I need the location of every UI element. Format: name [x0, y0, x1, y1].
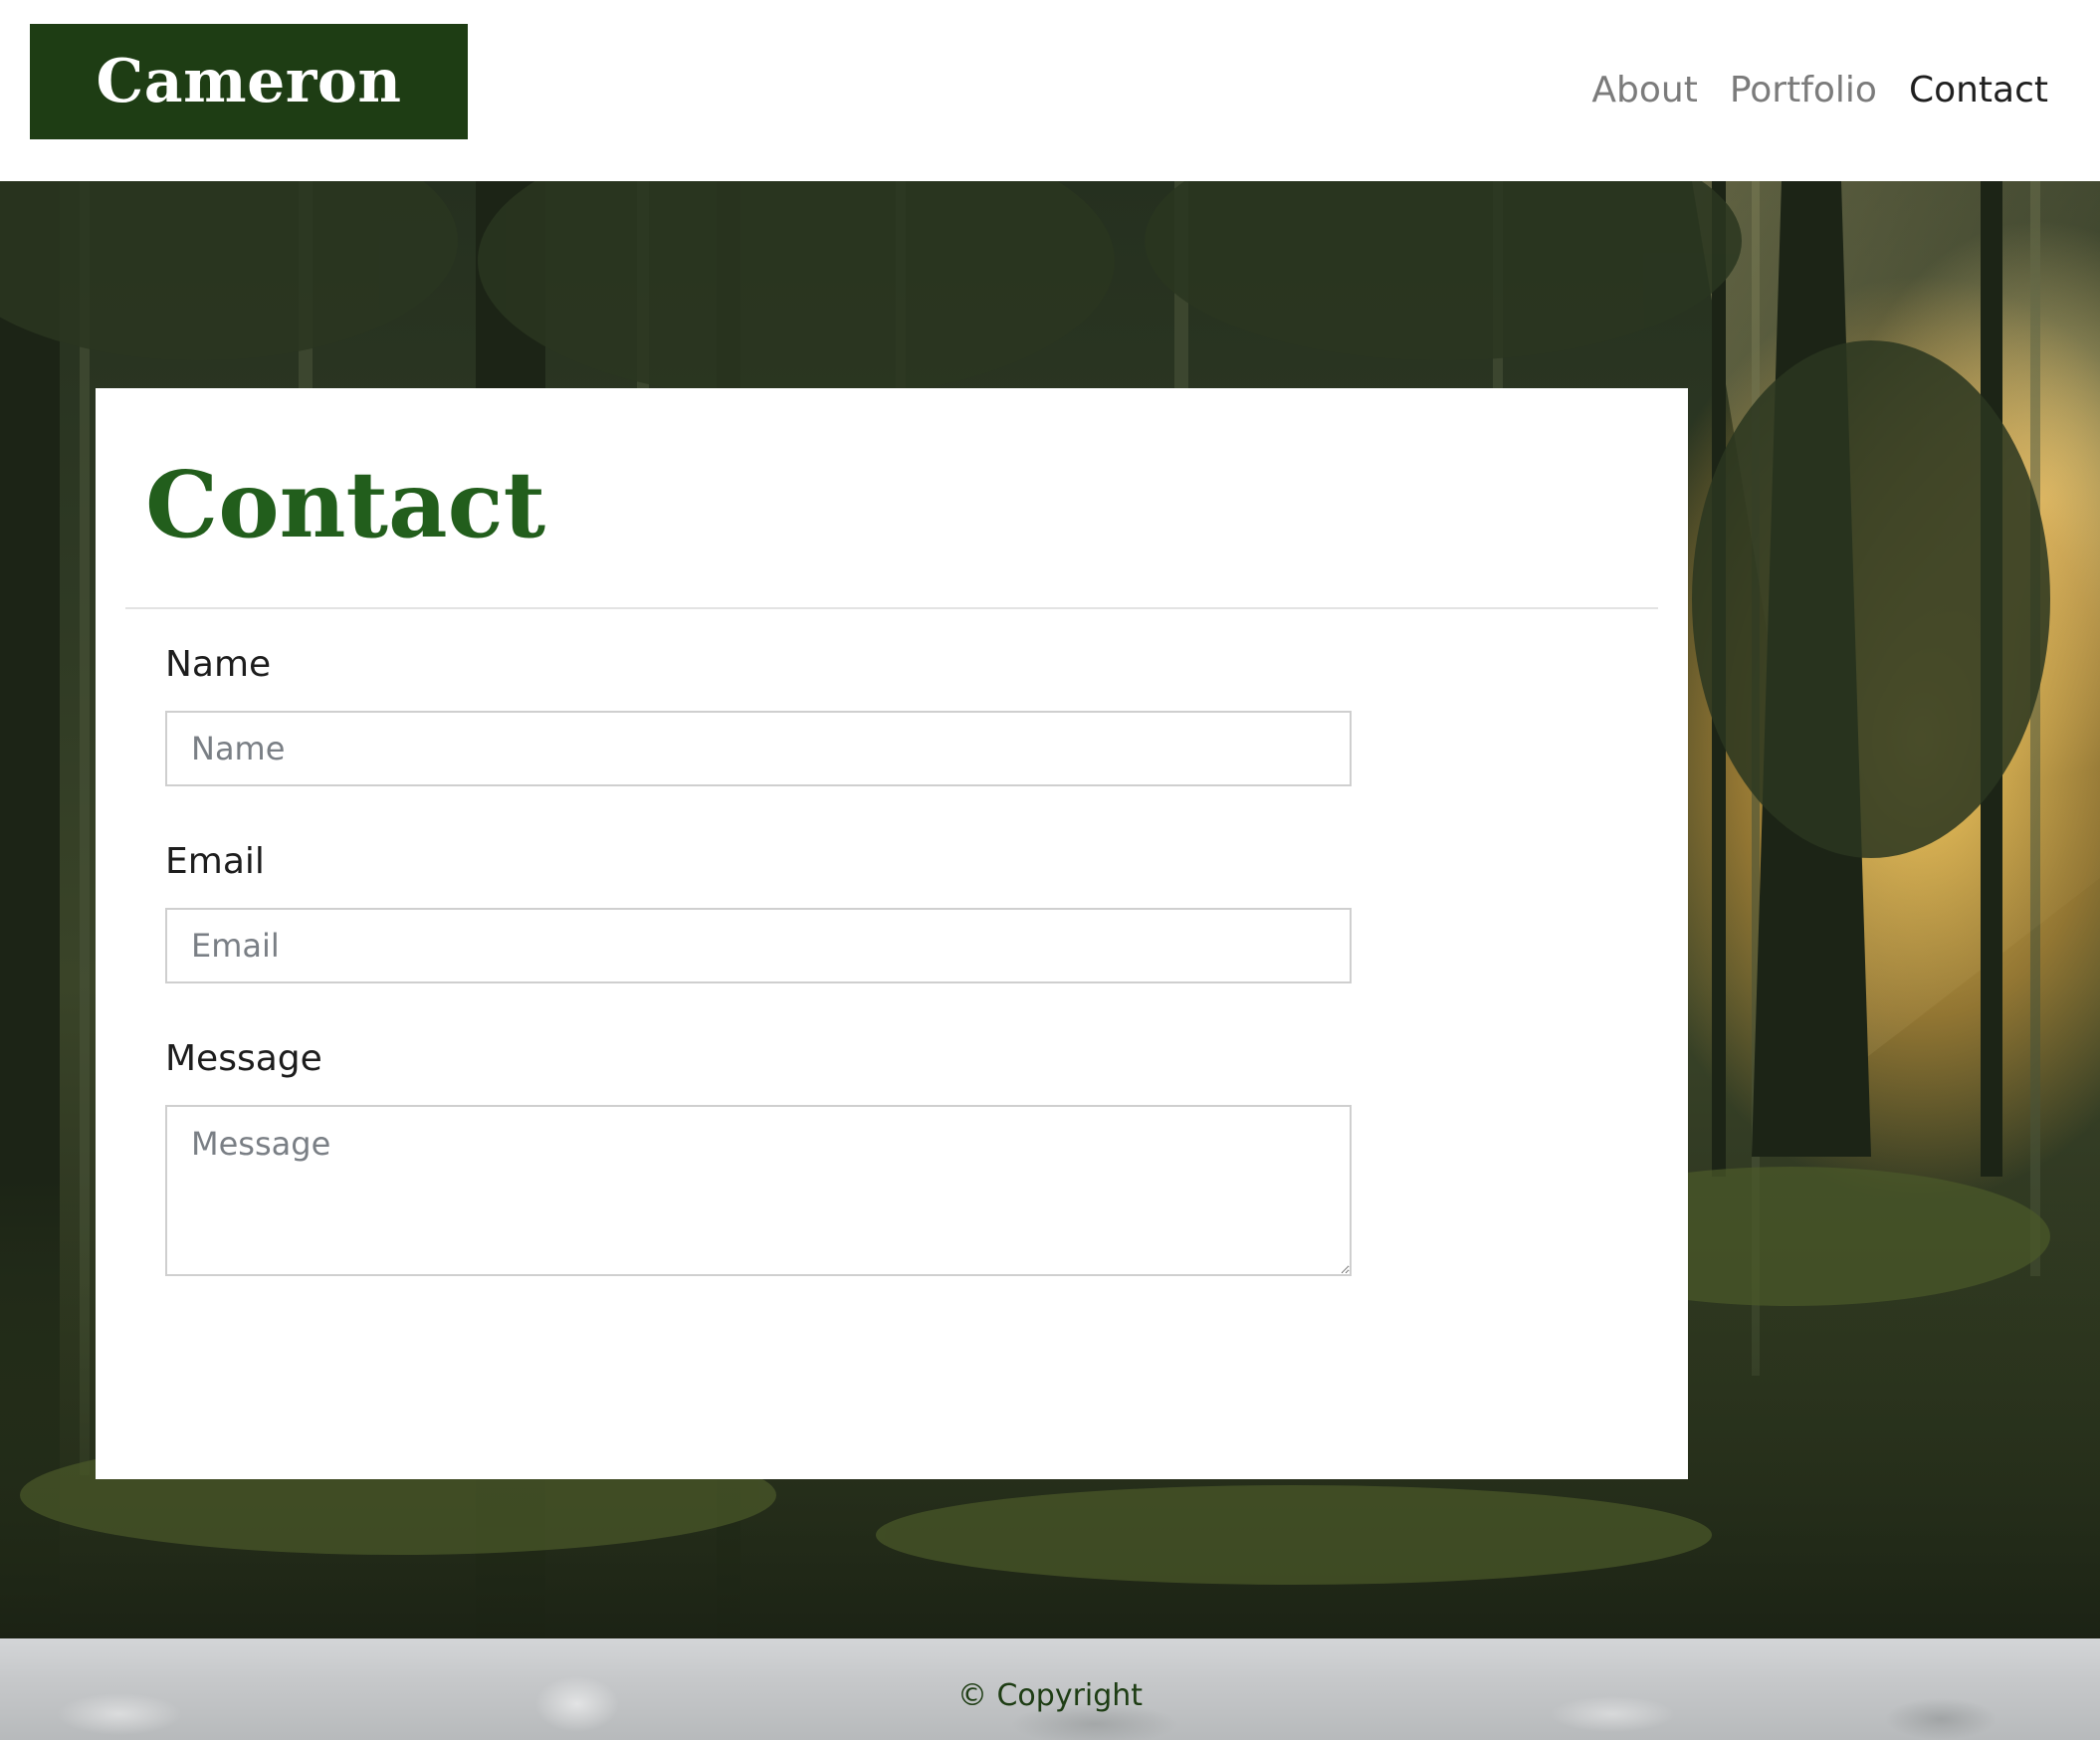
site-header: Cameron Nix About Portfolio Contact — [0, 0, 2100, 232]
nav-link-portfolio[interactable]: Portfolio — [1730, 60, 1877, 121]
main-nav: About Portfolio Contact — [1591, 60, 2048, 121]
page-title: Contact — [145, 451, 546, 558]
contact-card: Contact Name Email Message — [96, 388, 1688, 1479]
title-divider — [125, 607, 1658, 609]
site-logo[interactable]: Cameron Nix — [30, 24, 468, 232]
name-input[interactable] — [165, 711, 1352, 786]
name-label: Name — [165, 644, 272, 685]
email-input[interactable] — [165, 908, 1352, 983]
nav-link-contact[interactable]: Contact — [1909, 60, 2048, 121]
copyright-text: © Copyright — [956, 1678, 1144, 1713]
forest-background: Contact Name Email Message — [0, 181, 2100, 1638]
message-textarea[interactable] — [165, 1105, 1352, 1276]
email-label: Email — [165, 841, 265, 882]
message-label: Message — [165, 1038, 322, 1079]
nav-link-about[interactable]: About — [1591, 60, 1697, 121]
site-footer: © Copyright — [0, 1638, 2100, 1740]
